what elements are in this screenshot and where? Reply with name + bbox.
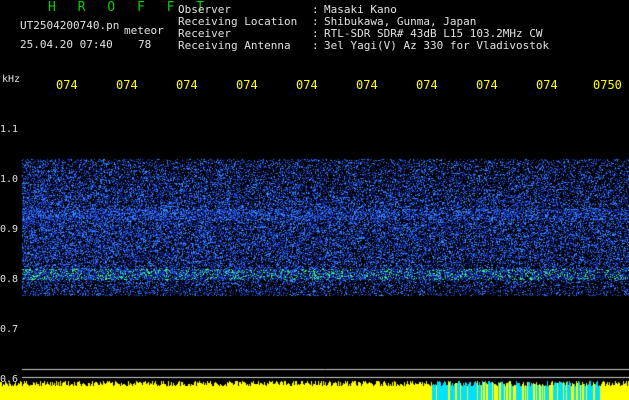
datetime-label: 25.04.20 07:40 — [20, 38, 113, 51]
info-colon: : — [312, 39, 319, 52]
filename-suffix: meteor — [124, 24, 164, 37]
meteor-count: 78 — [138, 38, 152, 51]
freq-tick-label: 1.1 — [0, 124, 19, 135]
time-tick-label: 074 — [296, 78, 318, 92]
filename-label: UT2504200740.pn — [20, 19, 120, 32]
time-tick-label: 074 — [236, 78, 258, 92]
info-value: 3el Yagi(V) Az 330 for Vladivostok — [324, 39, 550, 52]
info-row-antenna: Receiving Antenna : 3el Yagi(V) Az 330 f… — [178, 40, 549, 52]
freq-tick-label: 1.0 — [0, 174, 19, 185]
time-tick-label: 074 — [536, 78, 558, 92]
spectrogram-canvas — [0, 96, 629, 400]
time-tick-label: 074 — [476, 78, 498, 92]
time-tick-label: 0750 — [593, 78, 622, 92]
time-tick-label: 074 — [176, 78, 198, 92]
time-tick-label: 074 — [356, 78, 378, 92]
info-label: Receiving Antenna — [178, 39, 291, 52]
time-tick-label: 074 — [416, 78, 438, 92]
station-info: Observer : Masaki Kano Receiving Locatio… — [178, 4, 549, 52]
freq-tick-label: 0.7 — [0, 324, 19, 335]
time-tick-label: 074 — [116, 78, 138, 92]
freq-tick-label: 0.6 — [0, 374, 19, 385]
freq-tick-label: 0.9 — [0, 224, 19, 235]
unit-label: kHz — [2, 74, 21, 85]
time-tick-label: 074 — [56, 78, 78, 92]
freq-tick-label: 0.8 — [0, 274, 19, 285]
